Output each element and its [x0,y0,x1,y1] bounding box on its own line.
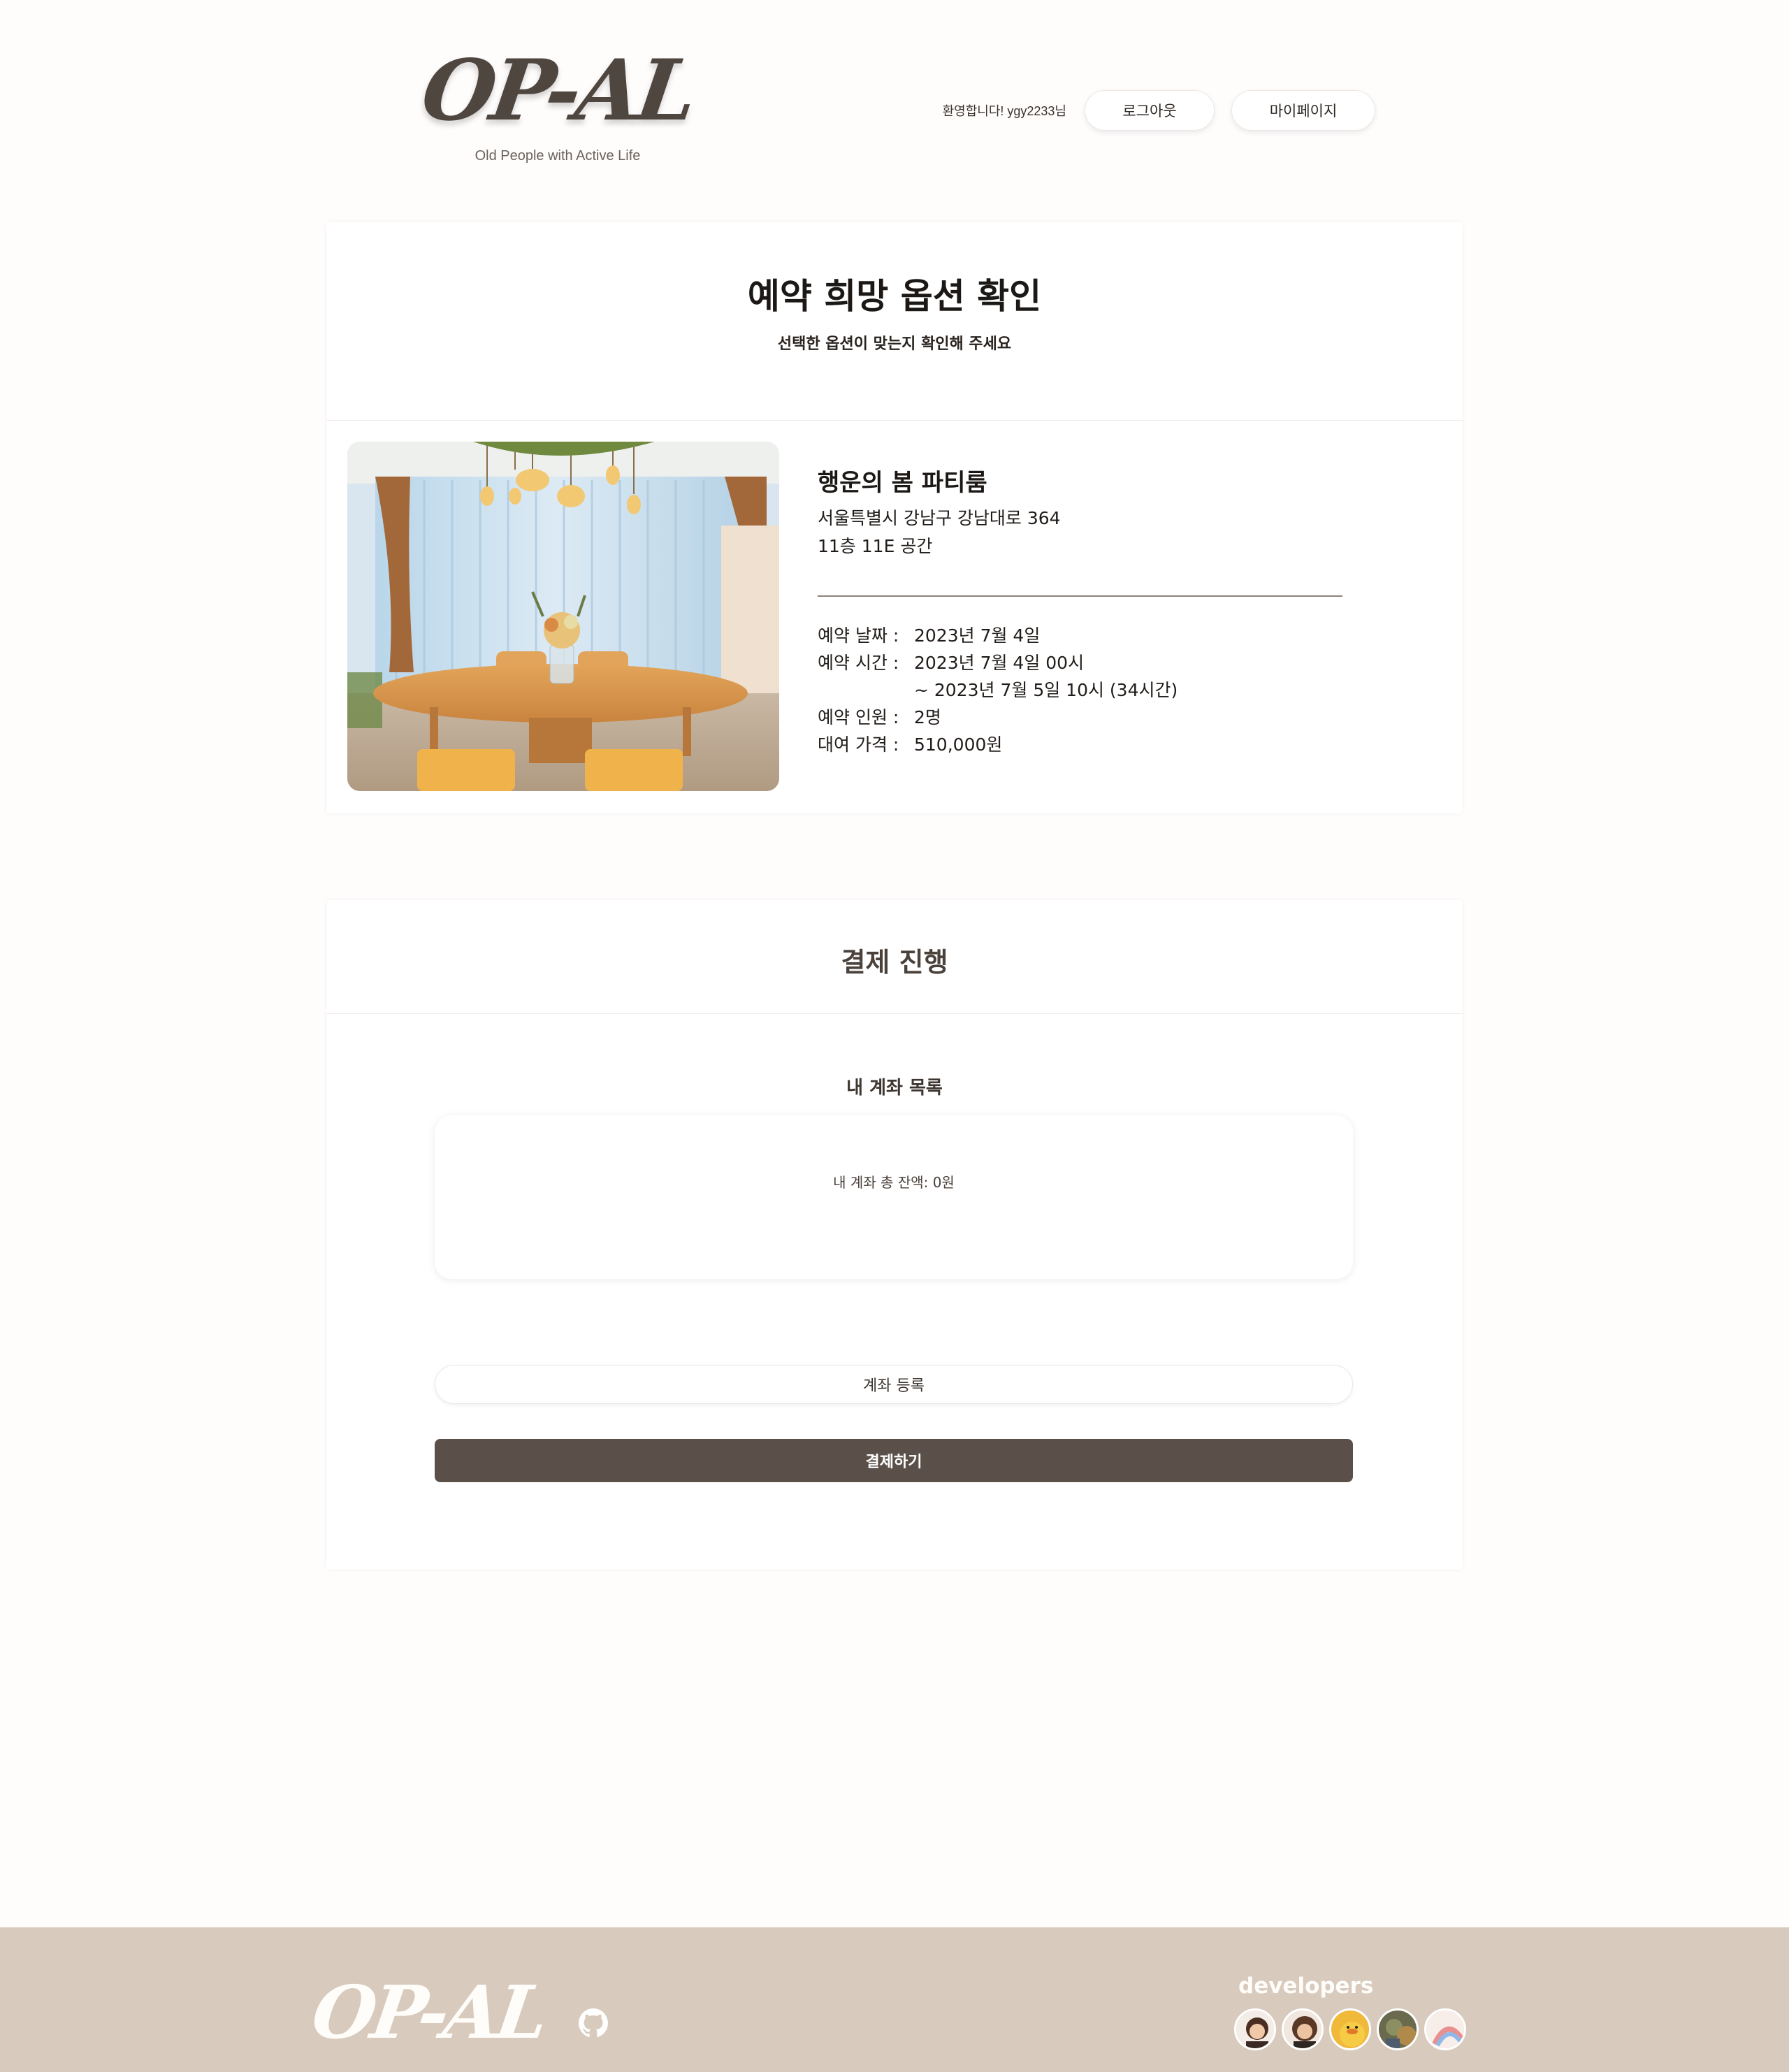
room-address: 서울특별시 강남구 강남대로 364 11층 11E 공간 [818,505,1061,560]
developer-avatars [1234,2008,1472,2050]
reservation-details: 예약 날짜 : 2023년 7월 4일 예약 시간 : 2023년 7월 4일 … [818,621,1178,757]
detail-time-end: ~ 2023년 7월 5일 10시 (34시간) [818,675,1178,702]
logout-button[interactable]: 로그아웃 [1085,90,1215,131]
account-balance: 내 계좌 총 잔액: 0원 [833,1174,955,1191]
address-line-1: 서울특별시 강남구 강남대로 364 [818,508,1061,528]
detail-people: 예약 인원 : 2명 [818,702,1178,730]
people-value: 2명 [914,707,941,727]
room-photo-image [347,442,779,791]
payment-header: 결제 진행 [326,900,1463,1014]
user-nav: 환영합니다! ygy2233님 로그아웃 마이페이지 [943,89,1375,131]
developers-label: developers [1238,1973,1374,1999]
page-title: 예약 희망 옵션 확인 [747,276,1042,317]
reservation-card: 예약 희망 옵션 확인 선택한 옵션이 맞는지 확인해 주세요 행운의 봄 파티… [326,222,1463,813]
github-icon[interactable] [579,2008,608,2038]
avatar-2[interactable] [1282,2008,1324,2050]
logo-tagline: Old People with Active Life [475,148,641,164]
avatar-3[interactable] [1329,2008,1371,2050]
mypage-button[interactable]: 마이페이지 [1231,90,1375,131]
price-value: 510,000원 [914,734,1003,755]
price-label: 대여 가격 : [818,734,899,755]
payment-title: 결제 진행 [841,947,948,978]
detail-date: 예약 날짜 : 2023년 7월 4일 [818,621,1178,648]
room-photo [347,442,779,791]
logo-text: OP-AL [416,41,700,140]
avatar-4[interactable] [1377,2008,1419,2050]
room-info: 행운의 봄 파티룸 서울특별시 강남구 강남대로 364 11층 11E 공간 [818,463,1061,560]
date-label: 예약 날짜 : [818,625,899,646]
reservation-header: 예약 희망 옵션 확인 선택한 옵션이 맞는지 확인해 주세요 [326,222,1463,421]
detail-price: 대여 가격 : 510,000원 [818,730,1178,757]
footer-logo[interactable]: OP-AL [307,1969,549,2055]
info-divider [818,595,1342,597]
pay-button[interactable]: 결제하기 [435,1439,1353,1482]
date-value: 2023년 7월 4일 [914,625,1041,646]
time-value-end: ~ 2023년 7월 5일 10시 (34시간) [914,679,1178,700]
account-list: 내 계좌 총 잔액: 0원 [435,1115,1353,1279]
avatar-5[interactable] [1424,2008,1466,2050]
time-value: 2023년 7월 4일 00시 [914,652,1085,673]
welcome-text: 환영합니다! ygy2233님 [942,104,1066,118]
site-header: OP-AL Old People with Active Life 환영합니다!… [0,0,1789,168]
detail-time: 예약 시간 : 2023년 7월 4일 00시 [818,648,1178,675]
time-label: 예약 시간 : [818,652,899,673]
people-label: 예약 인원 : [818,707,899,727]
site-footer: OP-AL developers [0,1927,1789,2072]
page-subtitle: 선택한 옵션이 맞는지 확인해 주세요 [777,335,1012,353]
avatar-1[interactable] [1234,2008,1276,2050]
logo[interactable]: OP-AL Old People with Active Life [411,41,704,164]
room-name: 행운의 봄 파티룸 [818,469,987,497]
address-line-2: 11층 11E 공간 [818,536,933,556]
accounts-title: 내 계좌 목록 [846,1078,943,1099]
register-account-button[interactable]: 계좌 등록 [435,1365,1353,1404]
payment-card: 결제 진행 내 계좌 목록 내 계좌 총 잔액: 0원 계좌 등록 결제하기 [326,900,1463,1570]
